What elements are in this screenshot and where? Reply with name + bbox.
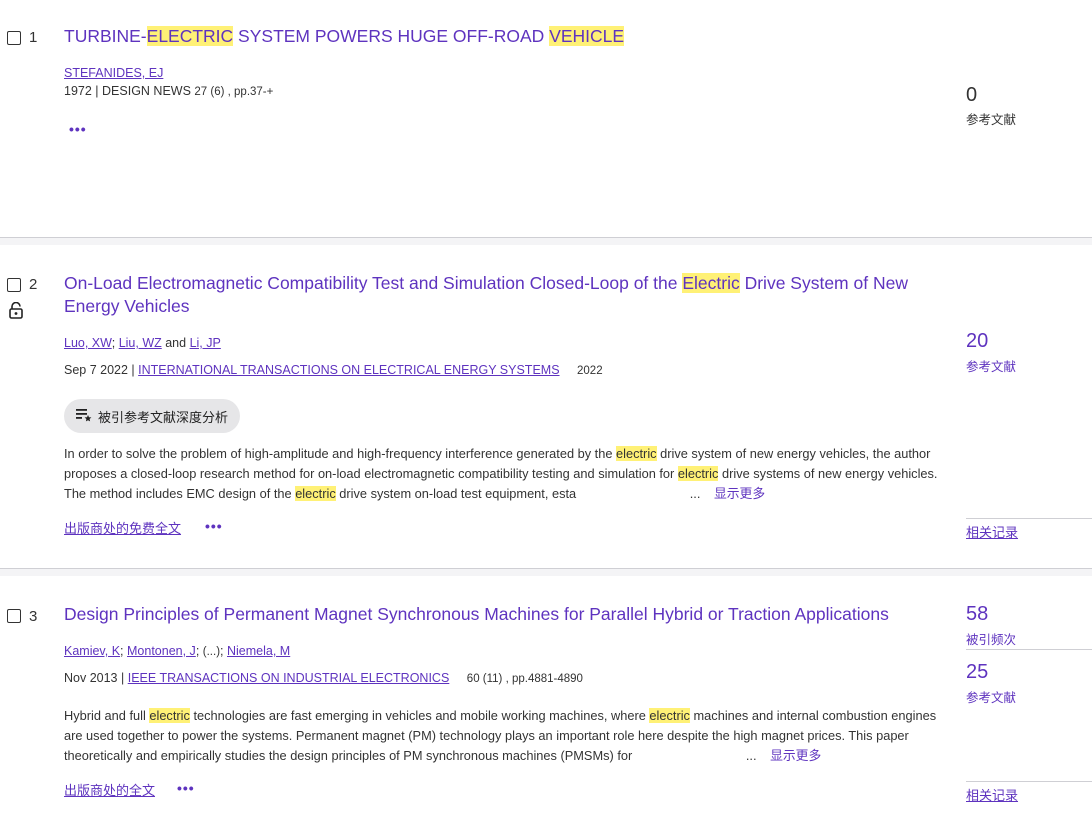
author-ellipsis[interactable]: (...) — [203, 646, 220, 658]
abstract-highlight: electric — [295, 486, 336, 501]
title-highlight: VEHICLE — [549, 26, 625, 46]
abstract-highlight: electric — [649, 708, 690, 723]
source-info: 1972 | DESIGN NEWS 27 (6) , pp.37-+ — [64, 84, 274, 98]
record-divider — [0, 237, 1092, 245]
volume-info: 27 (6) , pp.37-+ — [194, 86, 274, 98]
record-checkbox[interactable] — [7, 278, 21, 292]
author-link[interactable]: Montonen, J — [127, 644, 196, 658]
more-options-button[interactable]: ••• — [69, 121, 87, 137]
title-text: TURBINE- — [64, 26, 147, 46]
author-link[interactable]: Li, JP — [190, 336, 221, 350]
citation-analysis-label: 被引参考文献深度分析 — [98, 409, 229, 425]
title-text: SYSTEM POWERS HUGE OFF-ROAD — [233, 26, 550, 46]
author-separator: ; — [195, 644, 200, 658]
record-checkbox[interactable] — [7, 31, 21, 45]
more-options-button[interactable]: ••• — [177, 780, 195, 796]
abstract-text: Hybrid and full — [64, 708, 150, 723]
authors: Kamiev, K; Montonen, J; (...); Niemela, … — [64, 644, 290, 658]
references-label: 参考文献 — [966, 113, 1017, 127]
references-count[interactable]: 25 — [966, 661, 988, 684]
author-link[interactable]: Luo, XW — [64, 336, 112, 350]
author-separator: ; — [120, 644, 124, 658]
author-separator: ; — [111, 336, 116, 350]
pub-date: Sep 7 2022 — [64, 363, 128, 377]
pub-year: 2022 — [577, 365, 603, 377]
show-more-link[interactable]: 显示更多 — [714, 486, 765, 501]
abstract-highlight: electric — [616, 446, 657, 461]
record-divider — [0, 568, 1092, 576]
volume-info: 60 (11) , pp.4881-4890 — [466, 673, 583, 685]
record-title[interactable]: TURBINE-ELECTRIC SYSTEM POWERS HUGE OFF-… — [64, 25, 944, 48]
references-label[interactable]: 参考文献 — [966, 687, 1016, 706]
list-star-icon — [76, 408, 92, 425]
title-highlight: ELECTRIC — [146, 26, 234, 46]
related-records-link[interactable]: 相关记录 — [966, 785, 1018, 804]
abstract-ellipsis: ... — [689, 486, 701, 501]
title-text: On-Load Electromagnetic Compatibility Te… — [64, 273, 683, 293]
record-number: 2 — [29, 276, 38, 293]
author-link[interactable]: Niemela, M — [227, 644, 290, 658]
more-options-button[interactable]: ••• — [205, 518, 223, 534]
related-records-link[interactable]: 相关记录 — [966, 522, 1018, 541]
metric-divider — [966, 781, 1092, 782]
record-3: 3 Design Principles of Permanent Magnet … — [0, 577, 1092, 831]
author-link[interactable]: Liu, WZ — [119, 336, 162, 350]
abstract: Hybrid and full electric technologies ar… — [64, 706, 944, 766]
times-cited-label[interactable]: 被引频次 — [966, 629, 1016, 648]
journal-link[interactable]: IEEE TRANSACTIONS ON INDUSTRIAL ELECTRON… — [128, 671, 450, 685]
author-link[interactable]: STEFANIDES, EJ — [64, 66, 163, 80]
metric-divider — [966, 518, 1092, 519]
abstract-text: technologies are fast emerging in vehicl… — [189, 708, 650, 723]
pub-year: 1972 — [64, 84, 92, 98]
citation-analysis-button[interactable]: 被引参考文献深度分析 — [64, 399, 241, 433]
record-number: 3 — [29, 608, 38, 625]
authors: STEFANIDES, EJ — [64, 66, 163, 80]
record-1: 1 TURBINE-ELECTRIC SYSTEM POWERS HUGE OF… — [0, 0, 1092, 238]
author-and: and — [165, 336, 187, 350]
references-count: 0 — [966, 84, 978, 106]
pub-date: Nov 2013 — [64, 671, 118, 685]
journal-name: DESIGN NEWS — [102, 84, 191, 98]
record-number: 1 — [29, 29, 38, 46]
abstract-highlight: electric — [677, 466, 719, 481]
journal-link[interactable]: INTERNATIONAL TRANSACTIONS ON ELECTRICAL… — [138, 363, 559, 377]
record-2: 2 On-Load Electromagnetic Compatibility … — [0, 246, 1092, 569]
author-link[interactable]: Kamiev, K — [64, 644, 120, 658]
abstract-text: In order to solve the problem of high-am… — [64, 446, 617, 461]
metric-divider — [966, 649, 1092, 650]
abstract-text: drive system on-load test equipment, est… — [335, 486, 577, 501]
record-checkbox[interactable] — [7, 609, 21, 623]
show-more-link[interactable]: 显示更多 — [770, 748, 821, 763]
lock-open-icon — [8, 301, 24, 324]
abstract-ellipsis: ... — [745, 748, 757, 763]
source-info: Sep 7 2022 | INTERNATIONAL TRANSACTIONS … — [64, 363, 603, 377]
authors: Luo, XW; Liu, WZ and Li, JP — [64, 336, 221, 350]
abstract: In order to solve the problem of high-am… — [64, 444, 944, 504]
times-cited-count[interactable]: 58 — [966, 603, 988, 626]
source-info: Nov 2013 | IEEE TRANSACTIONS ON INDUSTRI… — [64, 671, 583, 685]
author-separator: ; — [220, 644, 224, 658]
title-highlight: Electric — [682, 273, 740, 293]
record-title[interactable]: Design Principles of Permanent Magnet Sy… — [64, 603, 944, 626]
abstract-highlight: electric — [149, 708, 190, 723]
references-count[interactable]: 20 — [966, 330, 988, 353]
references-label[interactable]: 参考文献 — [966, 356, 1016, 375]
free-fulltext-link[interactable]: 出版商处的免费全文 — [64, 518, 181, 537]
record-title[interactable]: On-Load Electromagnetic Compatibility Te… — [64, 272, 944, 318]
fulltext-link[interactable]: 出版商处的全文 — [64, 780, 155, 799]
